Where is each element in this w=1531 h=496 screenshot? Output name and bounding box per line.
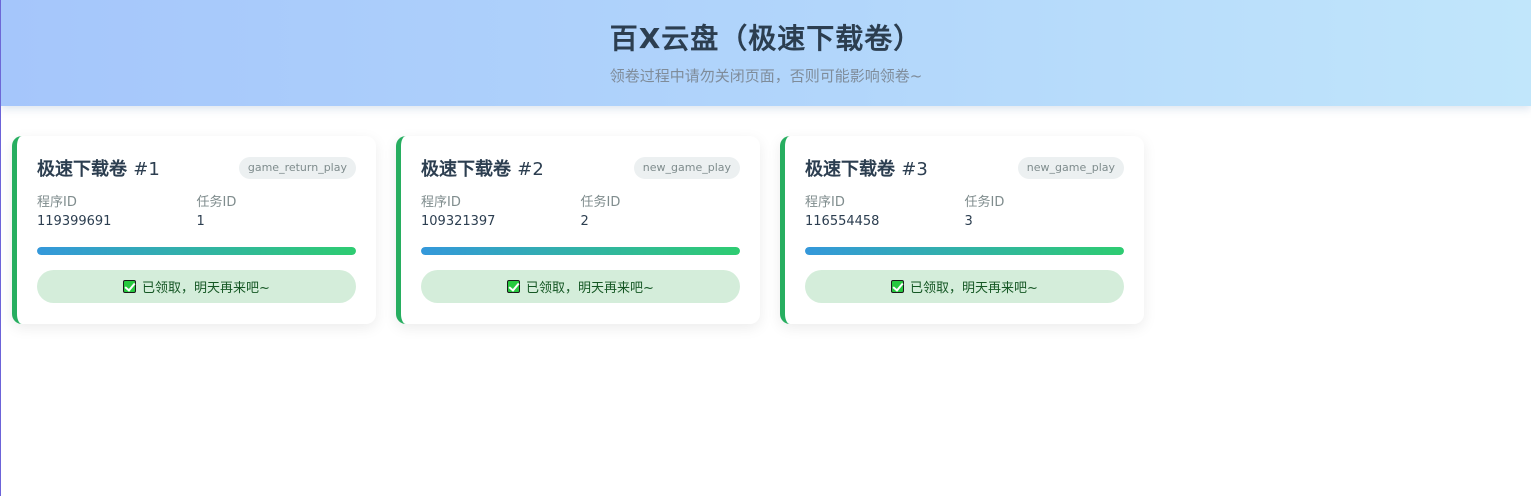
program-id-label: 程序ID bbox=[421, 195, 461, 210]
card-list: 极速下载卷 #1 game_return_play 程序ID 119399691… bbox=[12, 136, 1144, 324]
program-id-value: 109321397 bbox=[421, 214, 496, 229]
program-id-label: 程序ID bbox=[37, 195, 77, 210]
check-box-icon bbox=[507, 280, 521, 293]
task-id-field: 任务ID 2 bbox=[581, 194, 741, 231]
program-id-value: 116554458 bbox=[805, 214, 880, 229]
progress-bar bbox=[421, 247, 740, 255]
task-id-label: 任务ID bbox=[196, 195, 237, 210]
status-button[interactable]: 已领取，明天再来吧~ bbox=[805, 270, 1124, 303]
progress-fill bbox=[805, 247, 1124, 255]
card-number: #2 bbox=[517, 159, 544, 180]
card-type-tag: new_game_play bbox=[633, 157, 740, 179]
check-box-icon bbox=[891, 280, 905, 293]
card-title-text: 极速下载卷 bbox=[37, 159, 127, 180]
task-id-value: 1 bbox=[196, 214, 205, 229]
program-id-field: 程序ID 119399691 bbox=[37, 194, 197, 231]
page-header: 百X云盘（极速下载卷） 领卷过程中请勿关闭页面，否则可能影响领卷~ bbox=[1, 0, 1531, 106]
status-text: 已领取，明天再来吧~ bbox=[526, 281, 654, 296]
task-id-label: 任务ID bbox=[964, 195, 1005, 210]
program-id-field: 程序ID 109321397 bbox=[421, 194, 581, 231]
program-id-label: 程序ID bbox=[805, 195, 845, 210]
card-title-text: 极速下载卷 bbox=[805, 159, 895, 180]
card-number: #1 bbox=[133, 159, 160, 180]
card-header: 极速下载卷 #3 new_game_play bbox=[805, 156, 1124, 180]
progress-bar bbox=[37, 247, 356, 255]
task-id-field: 任务ID 1 bbox=[197, 194, 357, 231]
status-button[interactable]: 已领取，明天再来吧~ bbox=[37, 270, 356, 303]
card-info: 程序ID 119399691 任务ID 1 bbox=[37, 194, 356, 231]
task-id-field: 任务ID 3 bbox=[965, 194, 1125, 231]
card-header: 极速下载卷 #1 game_return_play bbox=[37, 156, 356, 180]
task-id-value: 3 bbox=[964, 214, 973, 229]
progress-bar bbox=[805, 247, 1124, 255]
status-text: 已领取，明天再来吧~ bbox=[142, 281, 270, 296]
card-type-tag: game_return_play bbox=[238, 157, 356, 179]
coupon-card: 极速下载卷 #2 new_game_play 程序ID 109321397 任务… bbox=[396, 136, 760, 324]
progress-fill bbox=[37, 247, 356, 255]
coupon-card: 极速下载卷 #1 game_return_play 程序ID 119399691… bbox=[12, 136, 376, 324]
check-box-icon bbox=[123, 280, 137, 293]
page-title: 百X云盘（极速下载卷） bbox=[609, 22, 923, 55]
card-title-text: 极速下载卷 bbox=[421, 159, 511, 180]
card-title: 极速下载卷 #1 bbox=[37, 155, 160, 181]
card-header: 极速下载卷 #2 new_game_play bbox=[421, 156, 740, 180]
program-id-value: 119399691 bbox=[37, 214, 112, 229]
card-info: 程序ID 109321397 任务ID 2 bbox=[421, 194, 740, 231]
card-title: 极速下载卷 #2 bbox=[421, 155, 544, 181]
task-id-value: 2 bbox=[580, 214, 589, 229]
card-info: 程序ID 116554458 任务ID 3 bbox=[805, 194, 1124, 231]
task-id-label: 任务ID bbox=[580, 195, 621, 210]
coupon-card: 极速下载卷 #3 new_game_play 程序ID 116554458 任务… bbox=[780, 136, 1144, 324]
program-id-field: 程序ID 116554458 bbox=[805, 194, 965, 231]
status-button[interactable]: 已领取，明天再来吧~ bbox=[421, 270, 740, 303]
card-type-tag: new_game_play bbox=[1017, 157, 1124, 179]
page-subtitle: 领卷过程中请勿关闭页面，否则可能影响领卷~ bbox=[609, 67, 923, 85]
card-number: #3 bbox=[901, 159, 928, 180]
card-title: 极速下载卷 #3 bbox=[805, 155, 928, 181]
progress-fill bbox=[421, 247, 740, 255]
status-text: 已领取，明天再来吧~ bbox=[910, 281, 1038, 296]
